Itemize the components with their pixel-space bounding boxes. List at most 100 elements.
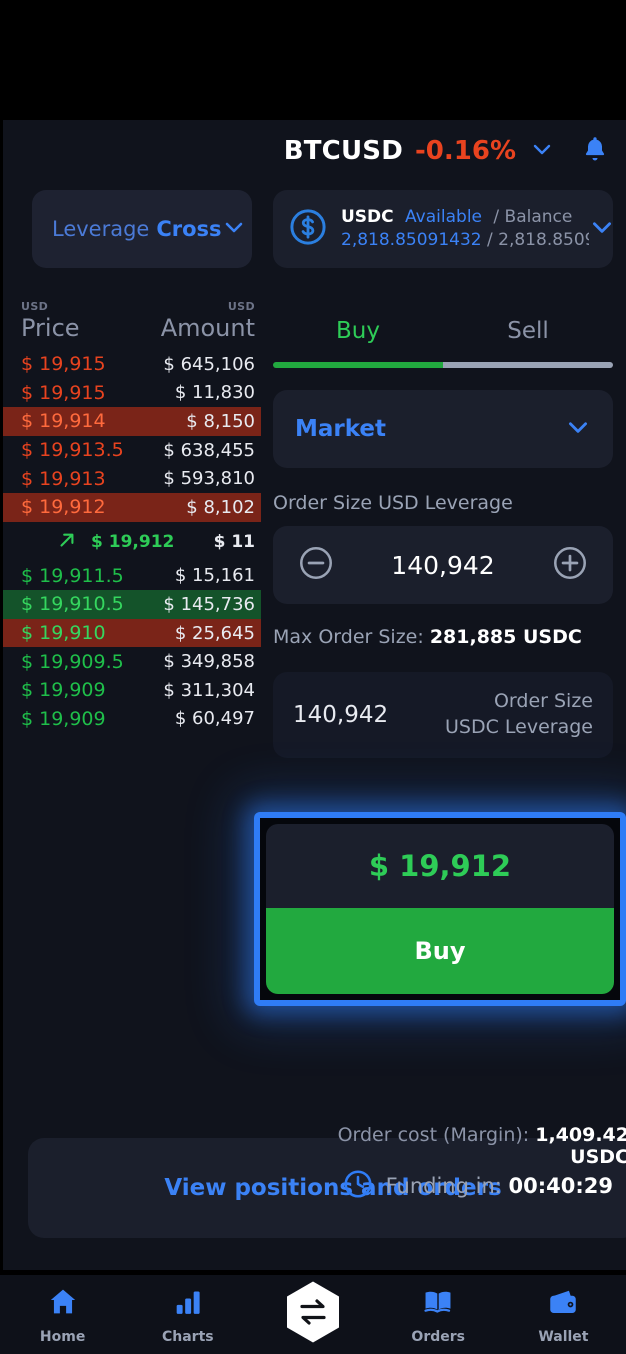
order-book-amount: $ 11,830 [174,382,255,404]
bell-icon[interactable] [580,134,610,168]
order-book-row[interactable]: $ 19,909 $ 60,497 [3,705,261,734]
order-book-price: $ 19,911.5 [21,564,124,587]
balance-available-label: Available [405,207,482,228]
app-header: BTCUSD -0.16% [3,120,626,182]
order-book-row[interactable]: $ 19,915 $ 11,830 [3,379,261,408]
nav-item-charts[interactable]: Charts [125,1285,250,1345]
book-icon[interactable] [421,1285,455,1323]
balance-available-value: 2,818.85091432 [341,230,482,250]
order-book-amount: $ 638,455 [163,439,255,461]
max-order-size-line: Max Order Size: 281,885 USDC [273,626,613,648]
mid-price: $ 19,912 [91,531,175,552]
page-title: BTCUSD [283,136,403,166]
order-book-price: $ 19,910 [21,622,106,645]
order-book-amount: $ 25,645 [174,622,255,644]
order-cost-line: Order cost (Margin): 1,409.42 USDC [273,1124,626,1168]
order-book-asks: $ 19,915 $ 645,106 $ 19,915 $ 11,830 $ 19,91… [3,350,261,522]
order-book-price: $ 19,909.5 [21,650,124,673]
chevron-down-icon[interactable] [530,137,554,165]
order-book-amount: $ 8,102 [186,496,255,518]
buy-bar-segment [273,362,443,368]
chevron-down-icon[interactable] [222,215,246,243]
order-book-row[interactable]: $ 19,914 $ 8,150 [3,407,261,436]
order-book-amount: $ 645,106 [163,353,255,375]
order-book-row[interactable]: $ 19,913 $ 593,810 [3,464,261,493]
buy-price-display: $ 19,912 [266,824,614,908]
order-book-price: $ 19,909 [21,679,106,702]
nav-item-wallet[interactable]: Wallet [501,1285,626,1345]
order-book-amount: $ 311,304 [163,679,255,701]
order-book: USD USD Price Amount $ 19,915 $ 645,106 $ … [3,300,261,733]
mid-amount: $ 11 [213,531,255,552]
order-cost-value: 1,409.42 USDC [535,1124,626,1168]
order-book-price: $ 19,914 [21,410,106,433]
summary-line-1: Order Size [493,690,593,713]
balance-total-label: / Balance [493,207,573,228]
funding-countdown: Funding in: 00:40:29 [273,1168,613,1204]
order-book-price: $ 19,909 [21,707,106,730]
nav-label-home: Home [39,1328,86,1345]
funding-label: Funding in: [385,1174,502,1198]
summary-line-2: USDC Leverage [445,716,593,738]
tab-buy[interactable]: Buy [273,318,443,344]
home-icon[interactable] [46,1285,80,1323]
column-header-price: Price [21,314,80,342]
order-book-row[interactable]: $ 19,913.5 $ 638,455 [3,436,261,465]
buy-button[interactable]: Buy [266,908,614,994]
max-order-size-value: 281,885 USDC [429,626,582,648]
buy-sell-tabs: Buy Sell [273,300,613,362]
leverage-label: Leverage [52,217,150,241]
dollar-circle-icon [287,206,329,252]
balance-total-value: / 2,818.850914 [487,230,589,250]
order-book-row[interactable]: $ 19,912 $ 8,102 [3,492,261,522]
nav-item-orders[interactable]: Orders [376,1285,501,1345]
nav-label-wallet: Wallet [538,1328,589,1345]
funding-text: Funding in: 00:40:29 [386,1174,613,1198]
order-book-mid-price-row: $ 19,912 $ 11 [3,522,261,562]
order-size-input[interactable]: 140,942 [391,551,494,580]
order-type-selector[interactable]: Market [273,390,613,468]
app-viewport: BTCUSD -0.16% Leverage Cross USDC Availa… [3,120,626,1270]
buy-order-card[interactable]: $ 19,912 Buy [266,824,614,994]
chevron-down-icon[interactable] [589,214,615,244]
order-book-amount: $ 60,497 [174,708,255,730]
order-book-price: $ 19,912 [21,496,106,519]
nav-label-orders: Orders [411,1328,465,1345]
clock-icon [342,1168,374,1204]
plus-circle-icon[interactable] [551,544,589,586]
minus-circle-icon[interactable] [297,544,335,586]
order-book-price: $ 19,910.5 [21,593,124,616]
order-book-row[interactable]: $ 19,910.5 $ 145,736 [3,590,261,619]
order-book-amount: $ 145,736 [163,593,255,615]
order-size-summary: 140,942 Order Size USDC Leverage [273,672,613,758]
nav-item-swap[interactable] [250,1280,375,1350]
buy-order-card-focused[interactable]: $ 19,912 Buy [254,812,626,1006]
leverage-selector[interactable]: Leverage Cross [32,190,252,268]
swap-hexagon-icon[interactable] [284,1280,342,1344]
order-book-row[interactable]: $ 19,915 $ 645,106 [3,350,261,379]
order-book-row[interactable]: $ 19,910 $ 25,645 [3,618,261,648]
balance-selector[interactable]: USDC Available / Balance 2,818.85091432 … [273,190,613,268]
order-book-row[interactable]: $ 19,909.5 $ 349,858 [3,647,261,676]
app-screen: BTCUSD -0.16% Leverage Cross USDC Availa… [0,0,626,1354]
order-size-stepper[interactable]: 140,942 [273,526,613,604]
chevron-down-icon[interactable] [565,414,591,444]
nav-item-home[interactable]: Home [0,1285,125,1345]
order-book-amount: $ 8,150 [186,410,255,432]
order-book-row[interactable]: $ 19,911.5 $ 15,161 [3,562,261,591]
order-size-summary-labels: Order Size USDC Leverage [445,689,593,740]
order-book-price: $ 19,913 [21,467,106,490]
order-book-price: $ 19,913.5 [21,439,124,462]
wallet-icon[interactable] [546,1285,580,1323]
bar-chart-icon[interactable] [171,1285,205,1323]
order-book-amount: $ 15,161 [174,565,255,587]
tab-sell[interactable]: Sell [443,318,613,344]
order-book-row[interactable]: $ 19,909 $ 311,304 [3,676,261,705]
leverage-mode: Cross [156,217,222,241]
order-book-bids: $ 19,911.5 $ 15,161 $ 19,910.5 $ 145,736 $ 1… [3,562,261,734]
order-size-summary-value: 140,942 [293,702,389,728]
order-book-amount: $ 349,858 [163,651,255,673]
buy-sell-indicator-bar [273,362,613,368]
order-size-label: Order Size USD Leverage [273,492,513,514]
arrow-up-right-icon [55,528,79,556]
